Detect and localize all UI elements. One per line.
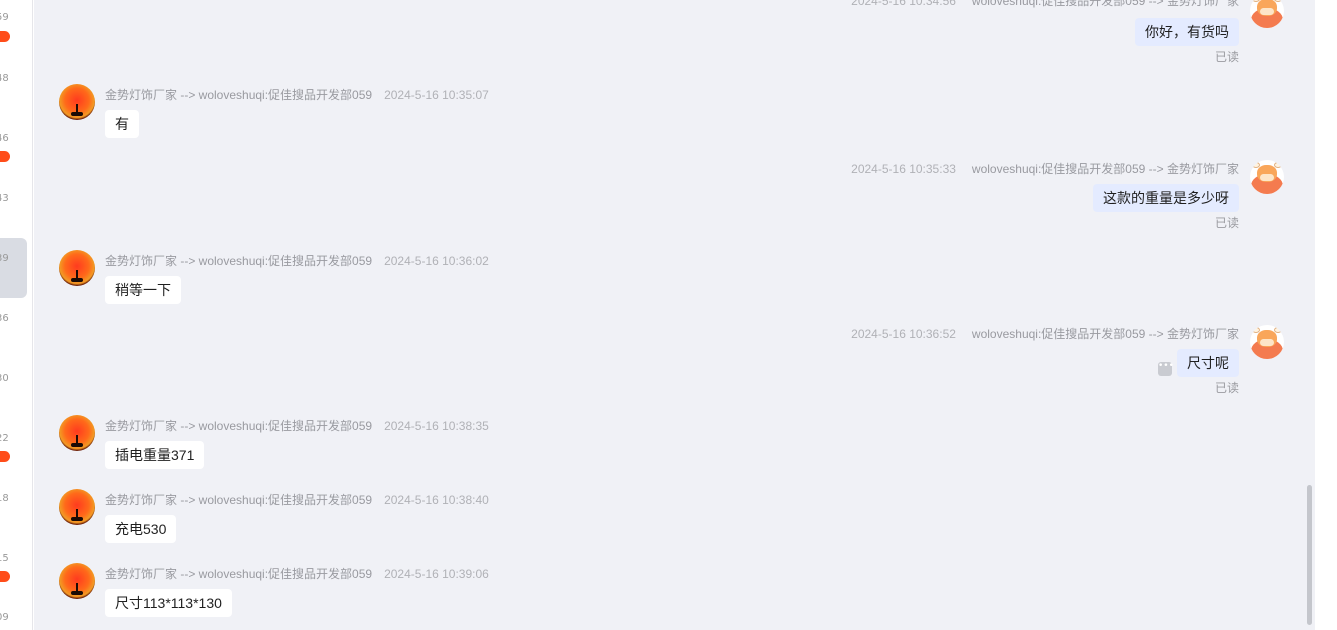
conversation-item[interactable]: 36 [0,300,32,360]
message-bubble-in[interactable]: 尺寸113*113*130 [105,589,232,617]
conversation-time: 43 [0,193,9,204]
message-bubble-out[interactable]: 这款的重量是多少呀 [1093,184,1239,212]
conversation-time: 46 [0,133,9,144]
conversation-item[interactable]: 30 [0,360,32,420]
read-status: 已读 [1214,216,1239,230]
message-meta: 金势灯饰厂家 --> woloveshuqi:促佳搜品开发部059 2024-5-… [105,86,489,103]
unread-badge [0,151,10,162]
user-avatar[interactable] [1250,325,1284,359]
message-time: 2024-5-16 10:34:56 [851,0,956,8]
message-time: 2024-5-16 10:38:35 [384,419,489,433]
message-sender: woloveshuqi:促佳搜品开发部059 --> 金势灯饰厂家 [971,327,1239,341]
conversation-time: 30 [0,373,9,384]
message-sender: 金势灯饰厂家 --> woloveshuqi:促佳搜品开发部059 [105,88,373,102]
message-bubble-in[interactable]: 充电530 [105,515,177,543]
conversation-item[interactable]: 43 [0,180,32,240]
message-bubble-in[interactable]: 稍等一下 [105,276,181,304]
user-avatar[interactable] [1250,160,1284,194]
conversation-time: 48 [0,73,9,84]
conversation-item[interactable]: 46 [0,120,32,180]
conversation-item[interactable]: 09 [0,600,32,630]
conversation-time: 36 [0,313,9,324]
message-bubble-out[interactable]: 你好，有货吗 [1135,18,1239,46]
unread-badge [0,451,10,462]
message-bubble-in[interactable]: 有 [105,110,139,138]
message-time: 2024-5-16 10:35:33 [851,162,956,176]
vendor-avatar[interactable] [59,250,95,286]
scrollbar-thumb[interactable] [1307,485,1312,625]
message-time: 2024-5-16 10:38:40 [384,493,489,507]
chat-message-area[interactable]: 2024-5-16 10:34:56 woloveshuqi:促佳搜品开发部059… [34,0,1315,630]
message-meta: 金势灯饰厂家 --> woloveshuqi:促佳搜品开发部059 2024-5-… [105,417,489,434]
conversation-time: 15 [0,553,9,564]
message-meta: 2024-5-16 10:34:56 woloveshuqi:促佳搜品开发部059… [851,0,1239,9]
unread-badge [0,571,10,582]
message-bubble-in[interactable]: 插电重量371 [105,441,205,469]
conversation-item[interactable]: 48 [0,60,32,120]
message-meta: 2024-5-16 10:36:52 woloveshuqi:促佳搜品开发部059… [851,325,1239,342]
conversation-item[interactable]: 59 [0,0,32,60]
conversation-time: 18 [0,493,9,504]
message-sender: woloveshuqi:促佳搜品开发部059 --> 金势灯饰厂家 [971,162,1239,176]
message-meta: 金势灯饰厂家 --> woloveshuqi:促佳搜品开发部059 2024-5-… [105,252,489,269]
conversation-item[interactable]: 22 [0,420,32,480]
unread-badge [0,31,10,42]
vendor-avatar[interactable] [59,84,95,120]
conversation-time: 22 [0,433,9,444]
conversation-item[interactable]: 18 [0,480,32,540]
message-time: 2024-5-16 10:36:52 [851,327,956,341]
message-meta: 金势灯饰厂家 --> woloveshuqi:促佳搜品开发部059 2024-5-… [105,491,489,508]
read-status: 已读 [1214,50,1239,64]
user-avatar[interactable] [1250,0,1284,28]
vendor-avatar[interactable] [59,489,95,525]
message-time: 2024-5-16 10:39:06 [384,567,489,581]
message-sender: 金势灯饰厂家 --> woloveshuqi:促佳搜品开发部059 [105,493,373,507]
more-options-icon[interactable]: ••• [1158,362,1174,376]
message-time: 2024-5-16 10:36:02 [384,254,489,268]
conversation-item-active[interactable]: 39 [0,238,27,298]
scrollbar-track[interactable] [1315,0,1337,630]
read-status: 已读 [1214,381,1239,395]
message-meta: 金势灯饰厂家 --> woloveshuqi:促佳搜品开发部059 2024-5-… [105,565,489,582]
message-meta: 2024-5-16 10:35:33 woloveshuqi:促佳搜品开发部059… [851,160,1239,177]
message-sender: 金势灯饰厂家 --> woloveshuqi:促佳搜品开发部059 [105,419,373,433]
conversation-time: 39 [0,253,9,264]
vendor-avatar[interactable] [59,563,95,599]
conversation-list: 59 48 46 43 39 36 30 22 18 15 09 [0,0,33,630]
conversation-item[interactable]: 15 [0,540,32,600]
message-sender: 金势灯饰厂家 --> woloveshuqi:促佳搜品开发部059 [105,254,373,268]
message-bubble-out[interactable]: 尺寸呢 [1177,349,1239,377]
vendor-avatar[interactable] [59,415,95,451]
message-sender: woloveshuqi:促佳搜品开发部059 --> 金势灯饰厂家 [971,0,1239,8]
conversation-time: 09 [0,612,9,623]
message-sender: 金势灯饰厂家 --> woloveshuqi:促佳搜品开发部059 [105,567,373,581]
conversation-time: 59 [0,12,9,23]
message-time: 2024-5-16 10:35:07 [384,88,489,102]
